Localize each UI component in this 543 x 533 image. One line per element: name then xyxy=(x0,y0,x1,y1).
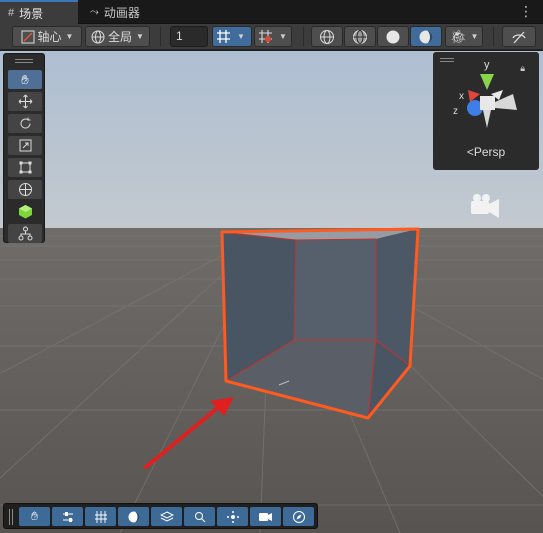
overlay-layers-button[interactable] xyxy=(151,507,182,526)
global-label: 全局 xyxy=(108,30,133,44)
grid-snap-toggle[interactable]: ▼ xyxy=(212,26,252,47)
pivot-dropdown[interactable]: 轴心 ▼ xyxy=(12,26,82,47)
rotate-tool-button[interactable] xyxy=(8,114,42,133)
debug-draw-mode-dropdown[interactable]: 🐞︎ ▼ xyxy=(445,26,483,47)
incremental-snap-toggle[interactable]: ▼ xyxy=(254,26,292,47)
chevron-down-icon: ▼ xyxy=(279,32,287,41)
scene-visibility-toggle[interactable] xyxy=(502,26,536,47)
axis-gizmo[interactable]: y x z xyxy=(433,52,539,142)
layers-icon xyxy=(159,510,174,522)
pivot-icon xyxy=(21,30,35,43)
overlay-toolbar: ✋︎ xyxy=(3,503,318,529)
scene-toolbar: 轴心 ▼ 全局 ▼ 1 ▼ ▼ 🐞︎ ▼ xyxy=(0,24,543,50)
chevron-down-icon: ▼ xyxy=(470,32,479,41)
green-cube-icon xyxy=(18,205,32,219)
chevron-down-icon: ▼ xyxy=(237,32,245,41)
lit-shading-button[interactable] xyxy=(410,26,442,47)
scale-icon xyxy=(19,139,31,152)
pivot-label: 轴心 xyxy=(37,30,62,44)
projection-toggle[interactable]: <Persp xyxy=(433,145,539,159)
hand-icon: ✋︎ xyxy=(21,71,29,87)
chevron-down-icon: ▼ xyxy=(65,32,74,41)
custom-tool-button[interactable] xyxy=(8,202,42,221)
sliders-icon xyxy=(62,511,73,522)
more-menu-icon[interactable]: ⋮ xyxy=(519,3,533,19)
hand-icon: ✋︎ xyxy=(31,509,38,523)
tab-bar: # 场景 ⤳ 动画器 ⋮ xyxy=(0,0,543,24)
transform-tool-button[interactable] xyxy=(8,180,42,199)
pivot-points-icon xyxy=(226,510,239,523)
toolbar-separator xyxy=(303,27,304,46)
rotate-icon xyxy=(20,117,31,129)
hierarchy-icon xyxy=(18,226,32,241)
tab-scene[interactable]: # 场景 xyxy=(0,0,78,24)
tool-palette: ✋︎ xyxy=(3,53,45,243)
chevron-down-icon: ▼ xyxy=(136,32,144,41)
visibility-off-icon xyxy=(512,31,526,43)
tab-animator[interactable]: ⤳ 动画器 xyxy=(82,0,162,24)
overlay-grid-button[interactable] xyxy=(85,507,116,526)
orientation-gizmo: 🔒︎ y x z <Persp xyxy=(433,52,539,170)
overlay-settings-button[interactable] xyxy=(52,507,83,526)
overlay-pivot-button[interactable] xyxy=(217,507,248,526)
snap-icon xyxy=(259,30,272,43)
bug-icon: 🐞︎ xyxy=(450,28,467,44)
camera-icon xyxy=(259,512,272,521)
move-tool-button[interactable] xyxy=(8,92,42,111)
axis-neg-y-cone[interactable] xyxy=(483,110,491,128)
lit-sphere-icon xyxy=(419,30,433,43)
scene-viewport[interactable]: ✋︎ 🔒︎ y x z <Persp xyxy=(0,51,543,533)
perspective-icon: < xyxy=(466,145,474,159)
toolbar-separator xyxy=(493,27,494,46)
compass-icon xyxy=(292,510,305,523)
overlay-hand-button[interactable]: ✋︎ xyxy=(19,507,50,526)
hash-icon: # xyxy=(8,7,15,19)
axis-x-label: x xyxy=(459,91,464,102)
move-icon xyxy=(18,94,32,109)
axis-z-label: z xyxy=(453,106,458,117)
gizmo-center-cube[interactable] xyxy=(480,96,495,110)
overlay-grip[interactable] xyxy=(9,509,13,525)
globe-icon xyxy=(91,30,105,43)
tab-scene-label: 场景 xyxy=(19,6,44,21)
rect-tool-button[interactable] xyxy=(8,158,42,177)
search-icon xyxy=(194,511,205,522)
grid-icon xyxy=(94,510,107,523)
hand-tool-button[interactable]: ✋︎ xyxy=(8,70,42,89)
scale-tool-button[interactable] xyxy=(8,136,42,155)
wireframe-shading-button[interactable] xyxy=(311,26,343,47)
lit-sphere-icon xyxy=(128,511,139,522)
shaded-wireframe-icon xyxy=(353,29,367,44)
overlay-navigation-button[interactable] xyxy=(283,507,314,526)
hierarchy-tool-button[interactable] xyxy=(8,224,42,243)
axis-y-cone xyxy=(480,74,494,90)
palette-grip[interactable] xyxy=(15,59,33,63)
tab-animator-label: 动画器 xyxy=(103,5,140,20)
animator-icon: ⤳ xyxy=(90,5,99,18)
global-dropdown[interactable]: 全局 ▼ xyxy=(85,26,150,47)
grid-snap-icon xyxy=(217,30,230,43)
toolbar-separator xyxy=(160,27,161,46)
overlay-shading-button[interactable] xyxy=(118,507,149,526)
shaded-wireframe-button[interactable] xyxy=(344,26,376,47)
overlay-search-button[interactable] xyxy=(184,507,215,526)
wireframe-sphere-icon xyxy=(320,29,334,44)
rect-transform-icon xyxy=(19,161,31,174)
axis-y-label: y xyxy=(484,59,490,71)
overlay-camera-button[interactable] xyxy=(250,507,281,526)
transform-icon xyxy=(18,183,32,196)
projection-label: Persp xyxy=(473,145,506,159)
unlit-shading-button[interactable] xyxy=(377,26,409,47)
grid-size-input[interactable]: 1 xyxy=(170,26,208,47)
solid-sphere-icon xyxy=(386,30,400,43)
